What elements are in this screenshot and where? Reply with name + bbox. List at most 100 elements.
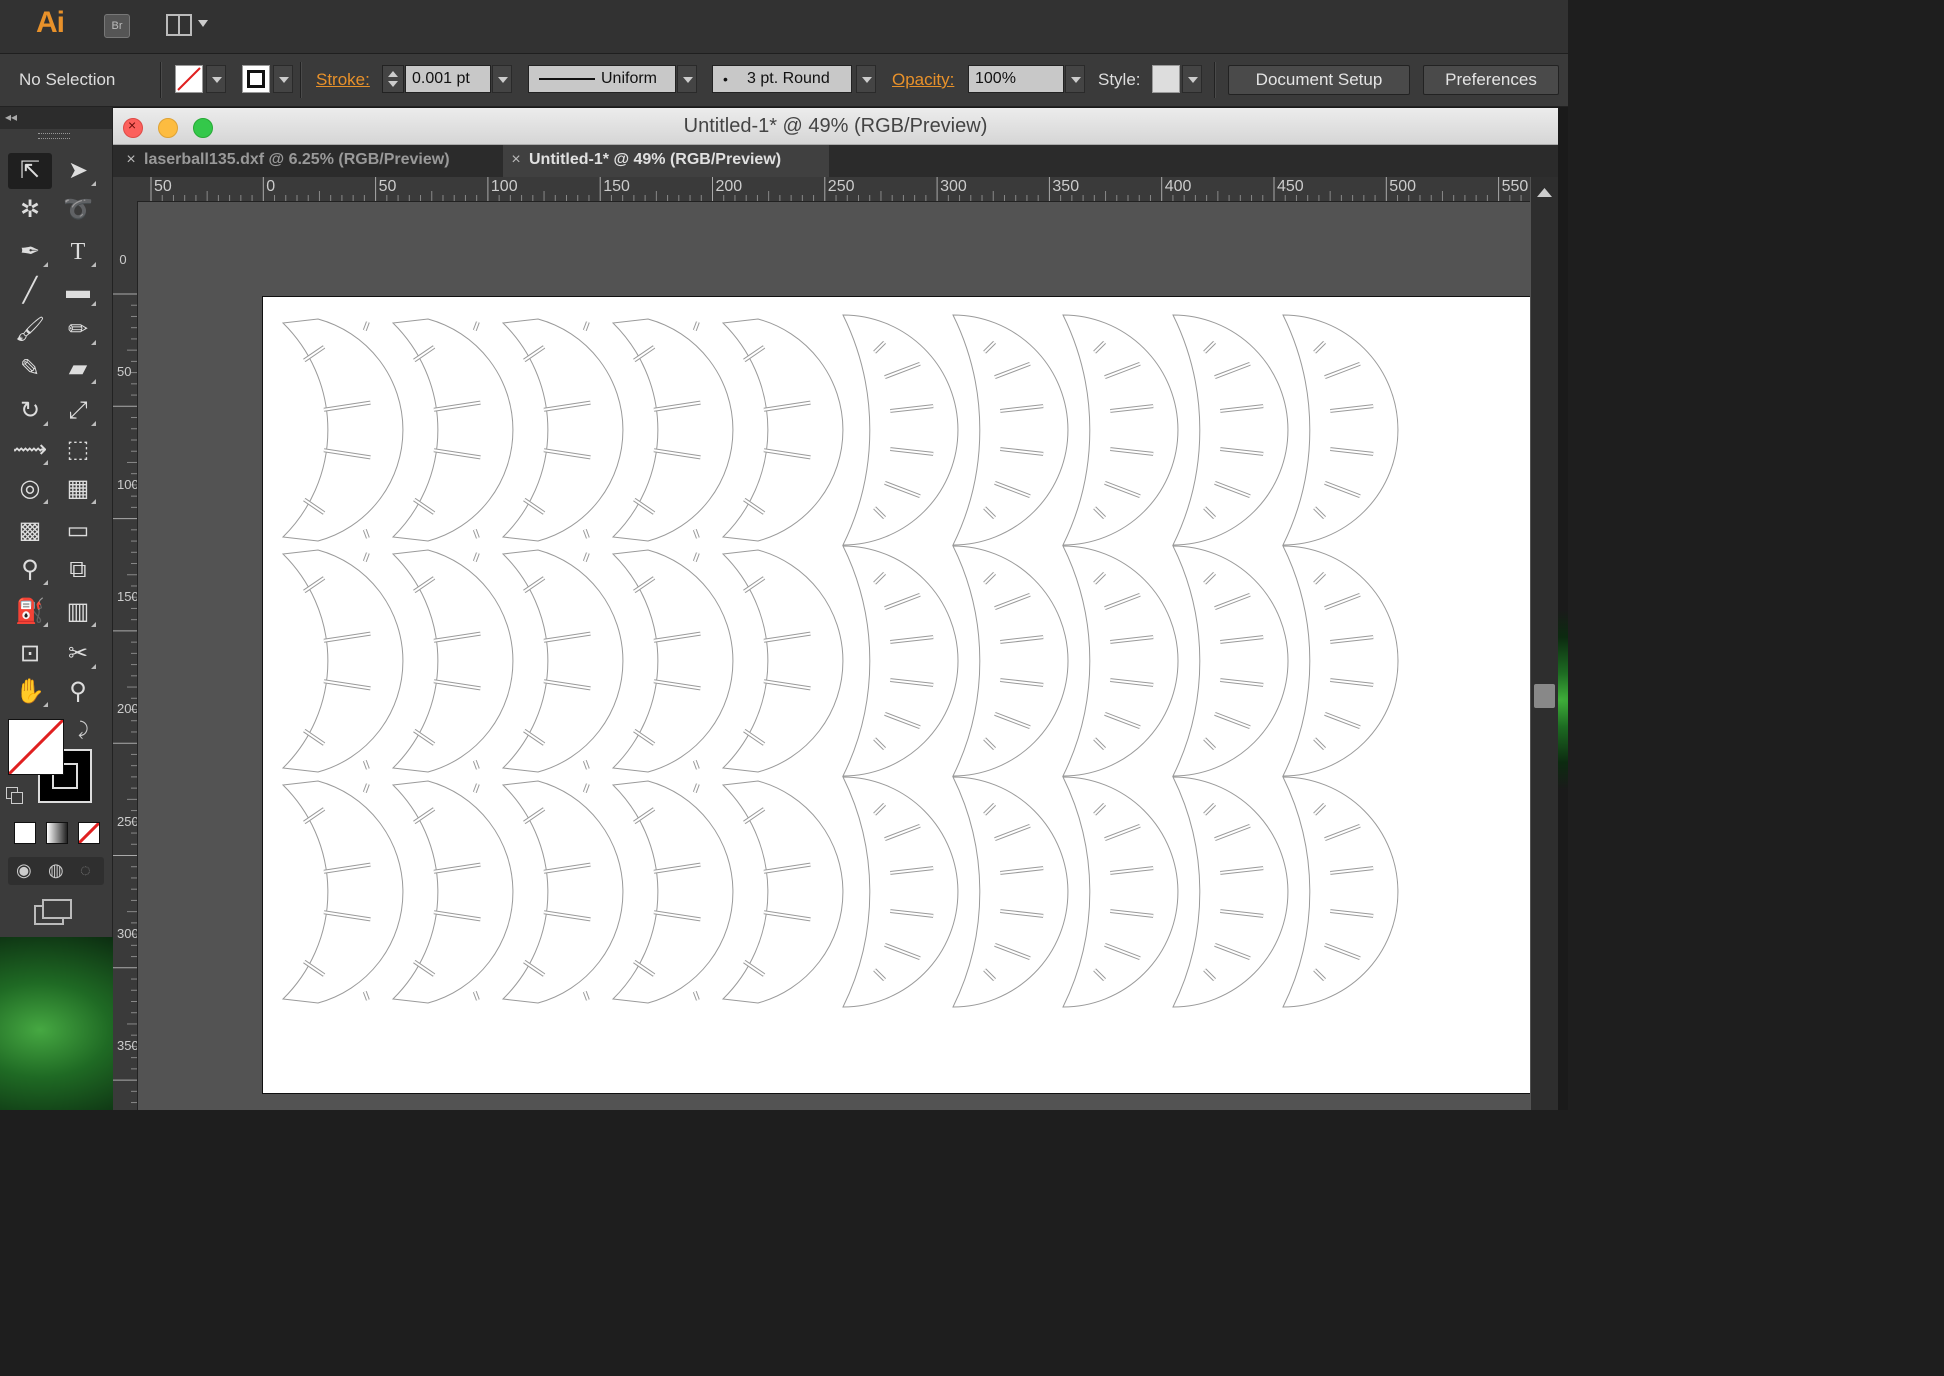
slot-inner [873, 738, 886, 750]
fill-swatch[interactable] [175, 65, 203, 93]
slot-inner [763, 632, 811, 642]
opacity-label[interactable]: Opacity: [892, 66, 954, 94]
variable-width-profile[interactable]: Uniform [528, 65, 676, 93]
graphic-style-swatch[interactable] [1152, 65, 1180, 93]
stroke-stepper[interactable] [382, 65, 404, 93]
draw-inside-icon[interactable]: ◌ [80, 860, 91, 881]
screen-mode-icon[interactable] [34, 899, 72, 925]
gradient-tool[interactable]: ▭ [58, 514, 98, 548]
brush-dot-icon: • [723, 71, 728, 87]
artboard-tool[interactable]: ⊡ [10, 637, 50, 671]
stroke-swatch[interactable] [242, 65, 270, 93]
free-transform-tool[interactable]: ⬚ [58, 433, 98, 467]
profile-dropdown[interactable] [677, 65, 697, 93]
vertical-ruler[interactable]: 0 50 100 150 200 250 300 350 [113, 201, 138, 1110]
rotate-icon: ↻ [19, 397, 41, 424]
half-disc-piece [952, 314, 1069, 546]
slot-inner [763, 449, 811, 459]
shape-builder-tool[interactable]: ◎ [10, 472, 50, 506]
eraser-tool[interactable]: ▰ [58, 352, 98, 386]
pencil-tool[interactable]: ✏ [58, 313, 98, 347]
draw-behind-icon[interactable]: ◍ [48, 860, 64, 881]
preferences-button[interactable]: Preferences [1423, 65, 1559, 95]
stroke-dropdown[interactable] [273, 65, 293, 93]
hand-tool[interactable]: ✋ [10, 675, 50, 709]
lasso-tool[interactable]: ➰ [58, 193, 98, 227]
symbol-sprayer-tool[interactable]: ⛽ [10, 595, 50, 629]
half-disc-piece [952, 545, 1069, 777]
type-icon: T [70, 239, 86, 265]
slice-tool[interactable]: ✂ [58, 637, 98, 671]
arrow-icon: ➤ [67, 157, 89, 184]
line-segment-tool[interactable]: ╱ [10, 274, 50, 308]
mesh-tool[interactable]: ▩ [10, 514, 50, 548]
opacity-dropdown[interactable] [1065, 65, 1085, 93]
paintbrush-tool[interactable]: 🖌 [10, 313, 50, 347]
free-transform-icon: ⬚ [66, 436, 90, 463]
brush-icon: 🖌 [14, 316, 46, 343]
magic-wand-tool[interactable]: ✲ [10, 193, 50, 227]
artboard[interactable] [252, 296, 1530, 1094]
fill-dropdown[interactable] [206, 65, 226, 93]
divider [1214, 62, 1216, 98]
stroke-weight-input[interactable]: 0.001 pt [405, 65, 491, 93]
style-dropdown[interactable] [1182, 65, 1202, 93]
layout-icon [166, 14, 192, 36]
divider [300, 62, 302, 98]
direct-selection-tool[interactable]: ➤ [58, 154, 98, 188]
none-mode-button[interactable] [78, 822, 100, 844]
pen-tool[interactable]: ✒ [10, 235, 50, 269]
half-disc-piece [1172, 776, 1289, 1008]
tab-laserball[interactable]: × laserball135.dxf @ 6.25% (RGB/Preview) [118, 145, 498, 177]
ruler-origin[interactable] [113, 177, 138, 202]
color-mode-button[interactable] [14, 822, 36, 844]
width-tool[interactable]: ⟿ [10, 433, 50, 467]
horizontal-ruler[interactable]: 50 0 50 100 150 200 250 300 350 400 450 500 550 [137, 177, 1530, 202]
column-graph-tool[interactable]: ▥ [58, 595, 98, 629]
slot-inner [1104, 593, 1141, 610]
close-tab-icon[interactable]: × [118, 145, 144, 175]
style-label: Style: [1098, 70, 1141, 89]
perspective-grid-tool[interactable]: ▦ [58, 472, 98, 506]
slot-inner [763, 863, 811, 873]
slot-inner [433, 449, 481, 459]
brush-definition[interactable]: • 3 pt. Round [712, 65, 852, 93]
gradient-mode-button[interactable] [46, 822, 68, 844]
eyedropper-tool[interactable]: ⚲ [10, 553, 50, 587]
ruler-label: 550 [1501, 178, 1529, 195]
stroke-label[interactable]: Stroke: [316, 66, 370, 94]
slot-inner [323, 401, 371, 411]
scrollbar-thumb[interactable] [1534, 684, 1555, 708]
blend-tool[interactable]: ⧉ [58, 553, 98, 587]
opacity-input[interactable]: 100% [968, 65, 1064, 93]
brush-dropdown[interactable] [856, 65, 876, 93]
slot-inner [433, 632, 481, 642]
tools-panel: ◂◂ ⇱ ➤ ✲ ➰ ✒ T ╱ ▬ 🖌 ✏ ✎ ▰ ↻ ⤢ ⟿ ⬚ ◎ ▦ ▩… [0, 107, 113, 937]
blob-brush-tool[interactable]: ✎ [10, 352, 50, 386]
document-setup-button[interactable]: Document Setup [1228, 65, 1410, 95]
fill-color-box[interactable] [8, 719, 64, 775]
type-tool[interactable]: T [58, 235, 98, 269]
swap-fill-stroke-icon[interactable]: ⤸ [78, 719, 89, 740]
selection-tool[interactable]: ⇱ [10, 154, 50, 188]
tab-untitled[interactable]: × Untitled-1* @ 49% (RGB/Preview) [503, 145, 829, 177]
stroke-weight-dropdown[interactable] [492, 65, 512, 93]
vertical-scrollbar[interactable] [1531, 177, 1558, 1110]
ruler-label: 150 [117, 588, 138, 604]
close-tab-icon[interactable]: × [503, 145, 529, 175]
default-fill-stroke-icon[interactable] [6, 787, 23, 804]
ruler-label: 50 [378, 178, 397, 195]
zoom-tool[interactable]: ⚲ [58, 675, 98, 709]
scroll-up-icon[interactable] [1531, 183, 1558, 203]
slot-inner [884, 712, 921, 729]
ruler-label: 200 [715, 178, 743, 195]
rotate-tool[interactable]: ↻ [10, 394, 50, 428]
scale-tool[interactable]: ⤢ [58, 394, 98, 428]
canvas-area[interactable] [138, 202, 1530, 1110]
rectangle-tool[interactable]: ▬ [58, 274, 98, 308]
crescent-piece [611, 549, 734, 773]
draw-normal-icon[interactable]: ◉ [16, 860, 32, 881]
bridge-button[interactable]: Br [104, 14, 130, 38]
arrange-documents-button[interactable] [166, 14, 214, 38]
slot-inner [543, 632, 591, 642]
